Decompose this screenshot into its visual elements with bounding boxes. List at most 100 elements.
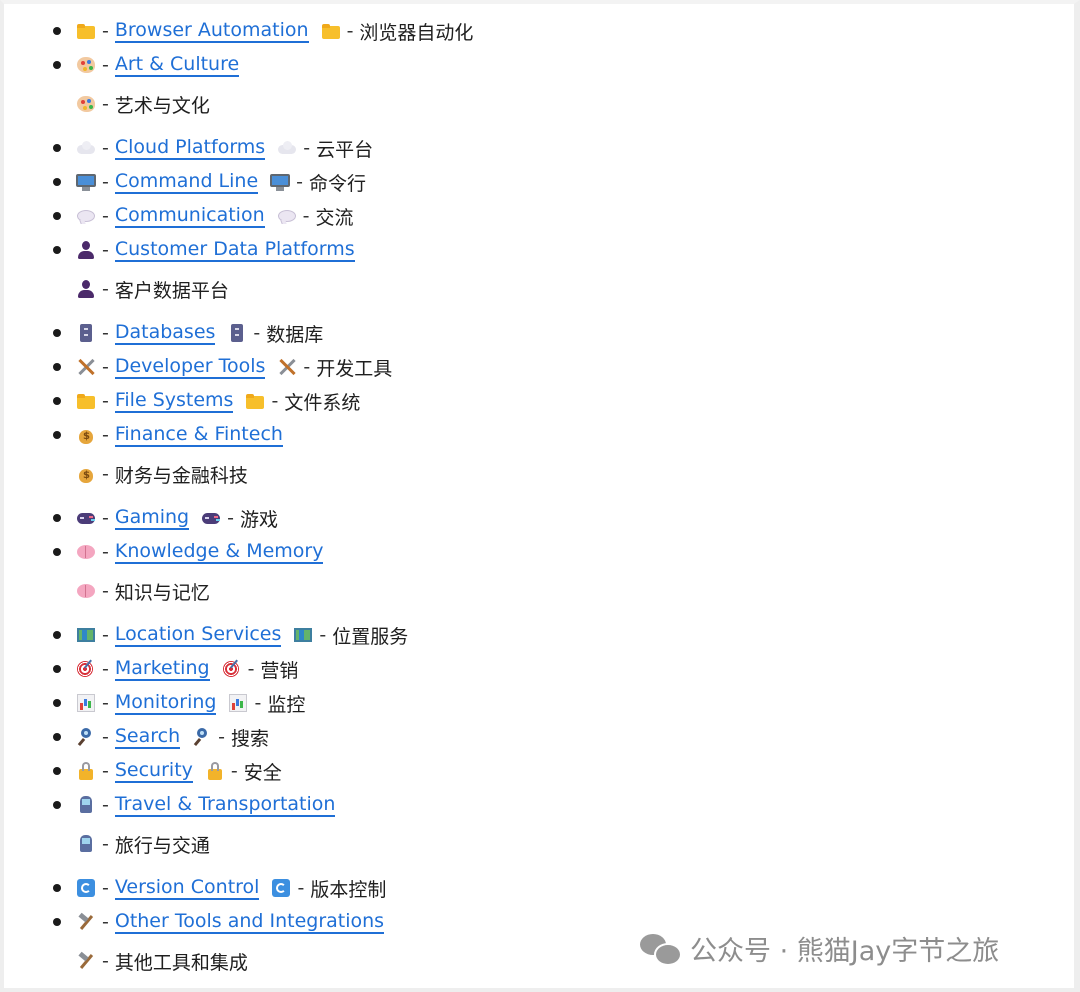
separator: - bbox=[102, 205, 109, 227]
category-link-command-line[interactable]: Command Line bbox=[114, 170, 259, 194]
list-item-content: - Cloud Platforms - 云平台 bbox=[76, 133, 373, 163]
separator: - bbox=[247, 658, 255, 680]
list-item-content: - Travel & Transportation bbox=[76, 790, 336, 820]
category-link-browser-automation[interactable]: Browser Automation bbox=[114, 19, 309, 43]
category-link-file-systems[interactable]: File Systems bbox=[114, 389, 234, 413]
folder-icon bbox=[76, 391, 96, 411]
bullet bbox=[53, 246, 61, 254]
separator: - bbox=[218, 726, 225, 748]
wechat-icon bbox=[638, 930, 682, 966]
separator: - bbox=[102, 239, 109, 261]
list-item-content: - Command Line - 命令行 bbox=[76, 167, 366, 197]
category-name-zh: 安全 bbox=[243, 761, 282, 784]
folder-icon bbox=[76, 21, 96, 41]
list-item-zh-content: - 客户数据平台 bbox=[76, 274, 229, 304]
category-name-zh: 旅行与交通 bbox=[114, 834, 210, 857]
list-item-zh-content: - 旅行与交通 bbox=[76, 829, 210, 859]
category-link-databases[interactable]: Databases bbox=[114, 321, 216, 345]
category-link-communication[interactable]: Communication bbox=[114, 204, 265, 228]
category-link-other-tools-and-integrations[interactable]: Other Tools and Integrations bbox=[114, 910, 385, 934]
list-item-zh-content: -财务与金融科技 bbox=[76, 459, 248, 489]
category-link-gaming[interactable]: Gaming bbox=[114, 506, 190, 530]
category-name-zh: 艺术与文化 bbox=[114, 94, 210, 117]
separator: - bbox=[254, 692, 262, 714]
separator: - bbox=[102, 507, 109, 529]
list-item-content: - Marketing - 营销 bbox=[76, 654, 298, 684]
bullet bbox=[53, 397, 61, 405]
category-link-customer-data-platforms[interactable]: Customer Data Platforms bbox=[114, 238, 355, 262]
separator: - bbox=[102, 726, 109, 748]
category-link-security[interactable]: Security bbox=[114, 759, 193, 783]
category-name-zh: 命令行 bbox=[309, 172, 367, 195]
separator: - bbox=[102, 580, 109, 602]
magnifier-icon bbox=[192, 727, 212, 747]
category-link-finance-and-fintech[interactable]: Finance & Fintech bbox=[114, 423, 283, 447]
separator: - bbox=[346, 20, 354, 42]
moneybag-icon bbox=[76, 464, 96, 484]
list-item-content: - Other Tools and Integrations bbox=[76, 907, 385, 937]
brain-icon bbox=[76, 542, 96, 562]
category-name-zh: 文件系统 bbox=[284, 391, 361, 414]
refresh-icon bbox=[271, 878, 291, 898]
bullet bbox=[53, 27, 61, 35]
separator: - bbox=[102, 692, 109, 714]
list-item-zh-content: - 艺术与文化 bbox=[76, 89, 210, 119]
watermark: 公众号 · 熊猫Jay字节之旅 bbox=[638, 928, 999, 968]
category-name-zh: 游戏 bbox=[239, 508, 278, 531]
separator: - bbox=[302, 205, 310, 227]
separator: - bbox=[102, 171, 109, 193]
gamepad-icon bbox=[76, 508, 96, 528]
barchart-icon bbox=[76, 693, 96, 713]
separator: - bbox=[102, 463, 109, 485]
bullet bbox=[53, 548, 61, 556]
separator: - bbox=[102, 390, 109, 412]
category-link-knowledge-and-memory[interactable]: Knowledge & Memory bbox=[114, 540, 324, 564]
category-link-marketing[interactable]: Marketing bbox=[114, 657, 210, 681]
person-icon bbox=[76, 240, 96, 260]
separator: - bbox=[102, 794, 109, 816]
bullet bbox=[53, 699, 61, 707]
category-link-monitoring[interactable]: Monitoring bbox=[114, 691, 217, 715]
category-link-travel-and-transportation[interactable]: Travel & Transportation bbox=[114, 793, 336, 817]
list-item-content: - Customer Data Platforms bbox=[76, 235, 355, 265]
bullet bbox=[53, 733, 61, 741]
magnifier-icon bbox=[76, 727, 96, 747]
list-item-zh-content: - 其他工具和集成 bbox=[76, 946, 248, 976]
list-item-content: - Databases - 数据库 bbox=[76, 318, 323, 348]
lock-icon bbox=[76, 761, 96, 781]
category-link-search[interactable]: Search bbox=[114, 725, 181, 749]
category-name-zh: 知识与记忆 bbox=[114, 581, 210, 604]
category-link-location-services[interactable]: Location Services bbox=[114, 623, 282, 647]
separator: - bbox=[296, 171, 304, 193]
bullet bbox=[53, 431, 61, 439]
category-name-zh: 浏览器自动化 bbox=[359, 21, 474, 44]
person-icon bbox=[76, 279, 96, 299]
separator: - bbox=[297, 877, 305, 899]
separator: - bbox=[102, 278, 109, 300]
bullet bbox=[53, 918, 61, 926]
bullet bbox=[53, 61, 61, 69]
barchart-icon bbox=[228, 693, 248, 713]
bullet bbox=[53, 767, 61, 775]
watermark-text: 公众号 · 熊猫Jay字节之旅 bbox=[690, 935, 1000, 967]
category-name-zh: 搜索 bbox=[231, 727, 270, 750]
category-name-zh: 其他工具和集成 bbox=[114, 951, 248, 974]
category-name-zh: 营销 bbox=[260, 659, 299, 682]
category-link-art-and-culture[interactable]: Art & Culture bbox=[114, 53, 240, 77]
bullet bbox=[53, 665, 61, 673]
folder-icon bbox=[321, 21, 341, 41]
refresh-icon bbox=[76, 878, 96, 898]
list-item-content: - Browser Automation - 浏览器自动化 bbox=[76, 16, 473, 46]
category-link-developer-tools[interactable]: Developer Tools bbox=[114, 355, 266, 379]
category-link-version-control[interactable]: Version Control bbox=[114, 876, 260, 900]
separator: - bbox=[253, 322, 261, 344]
separator: - bbox=[102, 322, 109, 344]
folder-icon bbox=[245, 391, 265, 411]
map-icon bbox=[76, 625, 96, 645]
separator: - bbox=[303, 356, 311, 378]
separator: - bbox=[102, 356, 109, 378]
separator: - bbox=[102, 911, 109, 933]
category-link-cloud-platforms[interactable]: Cloud Platforms bbox=[114, 136, 266, 160]
list-item-content: - Security - 安全 bbox=[76, 756, 282, 786]
separator: - bbox=[102, 624, 109, 646]
